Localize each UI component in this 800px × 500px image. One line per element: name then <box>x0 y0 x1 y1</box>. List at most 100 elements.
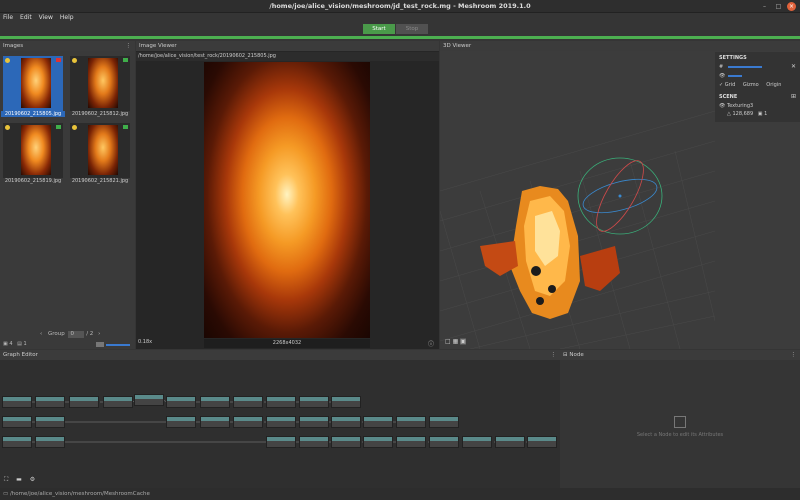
maximize-icon[interactable]: □ <box>774 2 783 11</box>
thumbnail-label: 20190602_215819.jpg <box>4 178 62 184</box>
image-count: 4 <box>9 341 13 347</box>
graph-node[interactable] <box>200 416 230 428</box>
view-mode-solid-icon[interactable]: □ <box>445 338 451 345</box>
graph-node[interactable] <box>69 396 99 408</box>
selection-icon: ▤ <box>17 341 22 347</box>
graph-node[interactable] <box>266 436 296 448</box>
node-hint: Select a Node to edit its Attributes <box>636 432 724 438</box>
node-panel-header: ⊟ Node ⋮ <box>560 350 800 360</box>
close-icon[interactable]: × <box>787 2 796 11</box>
visibility-icon: 👁 <box>719 73 726 79</box>
graph-node[interactable] <box>134 394 164 406</box>
graph-editor[interactable]: ⛶ ▬ ⚙ <box>0 360 560 488</box>
graph-node[interactable] <box>429 416 459 428</box>
node-options-icon[interactable]: ⋮ <box>791 350 797 360</box>
point-size-slider[interactable] <box>728 66 762 68</box>
chevron-right-icon[interactable]: › <box>98 331 100 337</box>
graph-node[interactable] <box>266 396 296 408</box>
graph-node[interactable] <box>331 396 361 408</box>
group-value: 0 <box>70 331 74 337</box>
menu-view[interactable]: View <box>36 13 57 21</box>
thumbnail-0[interactable] <box>3 56 63 111</box>
view-mode-textured-icon[interactable]: ▣ <box>460 338 466 345</box>
intrinsics-badge-icon <box>5 125 10 130</box>
graph-node[interactable] <box>103 396 133 408</box>
thumbnail-size-slider[interactable] <box>106 344 130 346</box>
graph-node[interactable] <box>331 436 361 448</box>
empty-node-icon <box>674 416 686 428</box>
graph-node[interactable] <box>266 416 296 428</box>
info-icon[interactable]: ⓘ <box>428 339 434 348</box>
image-viewer[interactable]: /home/joe/alice_vision/test_rock/2019060… <box>136 51 439 349</box>
status-badge-icon <box>56 125 61 129</box>
menu-help[interactable]: Help <box>57 13 78 21</box>
thumbnail-2[interactable] <box>3 123 63 178</box>
view-mode-wireframe-icon[interactable]: ▦ <box>453 338 459 345</box>
start-button[interactable]: Start <box>363 24 395 34</box>
thumbnail-1[interactable] <box>70 56 130 111</box>
graph-node[interactable] <box>429 436 459 448</box>
status-badge-icon <box>123 125 128 129</box>
menu-file[interactable]: File <box>0 13 17 21</box>
add-scene-icon[interactable]: ⊞ <box>791 93 796 100</box>
scene-item[interactable]: 👁 Texturing3 <box>719 103 753 109</box>
camera-scale-slider[interactable] <box>728 75 742 77</box>
group-selector: ‹ Group 0 / 2 › <box>40 331 100 338</box>
graph-node[interactable] <box>299 416 329 428</box>
minimize-graph-icon[interactable]: ▬ <box>16 476 22 483</box>
action-bar: Start Stop <box>0 23 800 36</box>
chevron-left-icon[interactable]: ‹ <box>40 331 42 337</box>
origin-toggle[interactable]: Origin <box>766 82 781 88</box>
graph-node[interactable] <box>2 416 32 428</box>
close-settings-icon[interactable]: ✕ <box>791 63 796 70</box>
graph-node[interactable] <box>233 396 263 408</box>
more-options-icon[interactable]: ⋮ <box>126 41 132 51</box>
graph-node[interactable] <box>495 436 525 448</box>
visibility-icon[interactable]: 👁 <box>719 103 725 109</box>
graph-node[interactable] <box>2 396 32 408</box>
group-label: Group <box>47 331 65 337</box>
cache-path: /home/joe/alice_vision/meshroom/Meshroom… <box>9 491 150 497</box>
graph-node[interactable] <box>35 436 65 448</box>
graph-editor-title: Graph Editor <box>3 352 38 358</box>
thumbnail-label: 20190602_215821.jpg <box>71 178 129 184</box>
graph-node[interactable] <box>363 416 393 428</box>
graph-node[interactable] <box>200 396 230 408</box>
status-bar: ▭ /home/joe/alice_vision/meshroom/Meshro… <box>0 488 800 500</box>
graph-node[interactable] <box>396 416 426 428</box>
graph-node[interactable] <box>299 396 329 408</box>
gizmo-toggle[interactable]: Gizmo <box>743 82 759 88</box>
grid-toggle[interactable]: ✓ Grid <box>719 82 735 88</box>
graph-node[interactable] <box>166 416 196 428</box>
fit-view-icon[interactable]: ⛶ <box>4 476 8 483</box>
graph-node[interactable] <box>363 436 393 448</box>
graph-node[interactable] <box>331 416 361 428</box>
graph-node[interactable] <box>35 416 65 428</box>
minimize-icon[interactable]: – <box>760 2 769 11</box>
graph-options-icon[interactable]: ⋮ <box>551 350 557 360</box>
stop-button[interactable]: Stop <box>396 24 428 34</box>
triangle-count: 128,689 <box>732 111 754 117</box>
folder-icon: ▭ <box>3 491 9 497</box>
graph-node[interactable] <box>35 396 65 408</box>
images-panel: 20190602_215805.jpg 20190602_215812.jpg … <box>0 51 135 349</box>
group-dropdown[interactable]: 0 <box>68 331 85 338</box>
thumbnail-3[interactable] <box>70 123 130 178</box>
graph-node[interactable] <box>299 436 329 448</box>
viewer3d-header: 3D Viewer <box>440 41 800 51</box>
graph-node[interactable] <box>462 436 492 448</box>
node-panel-icon: ⊟ <box>563 352 568 358</box>
title-bar: /home/joe/alice_vision/meshroom/jd_test_… <box>0 0 800 13</box>
graph-node[interactable] <box>166 396 196 408</box>
intrinsics-badge-icon <box>72 58 77 63</box>
menu-edit[interactable]: Edit <box>17 13 36 21</box>
grid-label: Grid <box>724 82 736 88</box>
graph-settings-icon[interactable]: ⚙ <box>30 476 35 483</box>
graph-node[interactable] <box>2 436 32 448</box>
scene-item-label: Texturing3 <box>726 103 754 109</box>
image-count-icon: ▣ <box>3 341 8 347</box>
graph-node[interactable] <box>233 416 263 428</box>
graph-node[interactable] <box>396 436 426 448</box>
graph-node[interactable] <box>527 436 557 448</box>
group-total: / 2 <box>86 331 94 337</box>
